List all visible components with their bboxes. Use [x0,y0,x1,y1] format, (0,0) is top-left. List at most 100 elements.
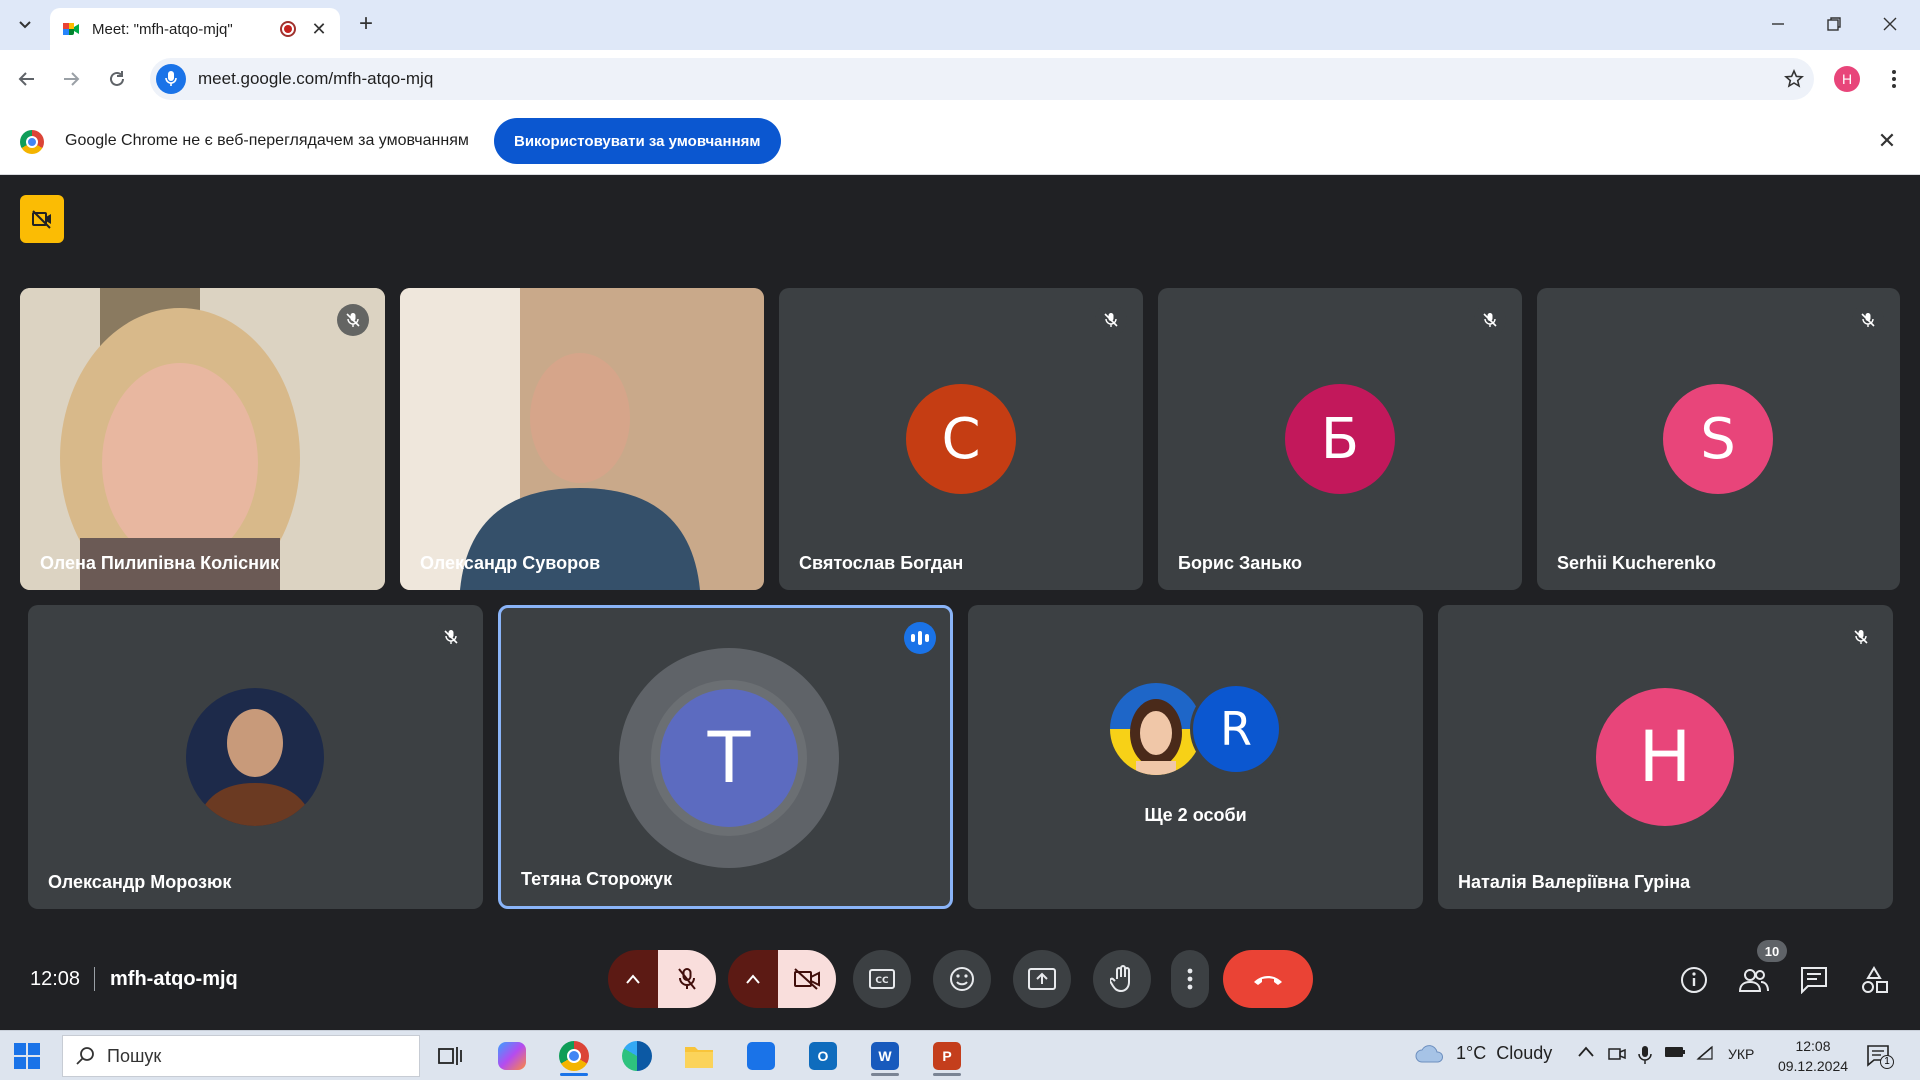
infobar-close-icon[interactable]: ✕ [1874,128,1900,154]
task-view-button[interactable] [426,1036,474,1076]
camera-toggle-button[interactable] [778,950,836,1008]
reactions-button[interactable] [933,950,991,1008]
chevron-up-icon [1578,1046,1594,1057]
more-options-button[interactable] [1171,950,1209,1008]
chat-button[interactable] [1798,964,1830,996]
participant-tile[interactable]: Олександр Суворов [400,288,764,590]
address-bar[interactable]: meet.google.com/mfh-atqo-mjq [150,58,1814,100]
mic-off-icon [435,621,467,653]
store-app[interactable] [737,1036,785,1076]
participant-video [400,288,764,590]
browser-menu-icon[interactable] [1882,64,1906,94]
activities-button[interactable] [1858,964,1890,996]
participant-name: Олена Пилипівна Колісник [40,553,280,573]
edge-icon [622,1041,652,1071]
raise-hand-button[interactable] [1093,950,1151,1008]
mic-off-icon [678,968,696,990]
forward-button[interactable] [56,64,86,94]
participant-tile-speaking[interactable]: T Тетяна Сторожук [498,605,953,909]
more-participants-tile[interactable]: R Ще 2 особи [968,605,1423,909]
chrome-app[interactable] [550,1036,598,1076]
bookmark-star-icon[interactable] [1774,69,1814,89]
back-button[interactable] [12,64,42,94]
participant-video [20,288,385,590]
copilot-app[interactable] [488,1036,536,1076]
participant-tile[interactable]: С Святослав Богдан [779,288,1143,590]
window-close-button[interactable] [1862,8,1918,40]
more-participants-label: Ще 2 особи [1144,805,1247,825]
taskbar-search-placeholder: Пошук [107,1045,162,1066]
new-tab-button[interactable]: + [352,10,380,38]
tray-overflow-button[interactable] [1578,1045,1594,1061]
participant-tile[interactable]: Олександр Морозюк [28,605,483,909]
participant-tile[interactable]: H Наталія Валеріївна Гуріна [1438,605,1893,909]
wifi-icon[interactable] [1696,1045,1714,1064]
infobar-message: Google Chrome не є веб-переглядачем за у… [65,132,469,149]
speaking-indicator-icon [904,622,936,654]
camera-in-use-icon[interactable] [1608,1045,1626,1066]
participant-name: Олександр Морозюк [48,872,232,892]
notifications-button[interactable]: 1 [1866,1043,1894,1069]
file-explorer-app[interactable] [675,1036,723,1076]
participant-avatar: H [1596,688,1734,826]
camera-off-icon [32,210,51,229]
powerpoint-app[interactable]: P [923,1036,971,1076]
set-default-button[interactable]: Використовувати за умовчанням [494,118,781,164]
people-button[interactable] [1738,964,1770,996]
edge-app[interactable] [613,1036,661,1076]
chevron-down-icon [19,21,31,29]
minimize-icon [1772,23,1784,25]
meeting-details-button[interactable] [1678,964,1710,996]
windows-start-icon[interactable] [14,1043,40,1069]
participant-avatar: T [660,689,798,827]
copilot-icon [498,1042,526,1070]
reload-button[interactable] [102,64,132,94]
profile-avatar[interactable]: H [1834,66,1860,92]
captions-button[interactable]: CC [853,950,911,1008]
tab-close-icon[interactable]: ✕ [310,19,328,40]
mic-off-icon [1845,621,1877,653]
present-screen-button[interactable] [1013,950,1071,1008]
battery-icon[interactable] [1664,1045,1686,1062]
windows-taskbar: Пошук O W P 1°C Cloudy УКР 12:08 09.12.2… [0,1030,1920,1080]
word-app[interactable]: W [861,1036,909,1076]
restore-button[interactable] [1806,8,1862,40]
closed-captions-icon: CC [869,969,895,989]
meet-stage: Олена Пилипівна Колісник Олександр Сувор… [0,175,1920,1030]
outlook-app[interactable]: O [799,1036,847,1076]
chevron-up-icon [746,974,760,984]
taskbar-clock[interactable]: 12:08 09.12.2024 [1776,1036,1850,1076]
mic-off-icon [337,304,369,336]
participant-photo-avatar [1110,683,1202,775]
participant-name: Борис Занько [1178,553,1302,573]
tab-search-button[interactable] [12,12,38,38]
participant-name: Олександр Суворов [420,553,601,573]
participant-tile[interactable]: Олена Пилипівна Колісник [20,288,385,590]
taskbar-time: 12:08 [1795,1038,1831,1054]
participant-name: Святослав Богдан [799,553,964,573]
chrome-logo-icon [20,130,44,154]
mic-toggle-button[interactable] [658,950,716,1008]
mic-indicator-icon[interactable] [156,64,186,94]
leave-call-button[interactable] [1223,950,1313,1008]
audio-options-button[interactable] [608,950,658,1008]
language-indicator[interactable]: УКР [1728,1046,1754,1062]
minimize-button[interactable] [1750,8,1806,40]
participant-name: Тетяна Сторожук [521,869,673,889]
taskbar-search-box[interactable]: Пошук [62,1035,420,1077]
default-browser-infobar: Google Chrome не є веб-переглядачем за у… [0,108,1920,175]
weather-text: 1°C Cloudy [1456,1043,1553,1063]
video-options-button[interactable] [728,950,778,1008]
recording-badge[interactable] [20,195,64,243]
browser-tab-meet[interactable]: Meet: "mfh-atqo-mjq" ✕ [50,8,340,50]
participant-tile[interactable]: S Serhii Kucherenko [1537,288,1900,590]
active-app-indicator [871,1073,899,1076]
cloud-icon [1415,1044,1444,1062]
weather-widget[interactable]: 1°C Cloudy [1414,1043,1552,1064]
participant-tile[interactable]: Б Борис Занько [1158,288,1522,590]
arrow-right-icon [64,72,80,86]
task-view-icon [438,1047,462,1065]
mic-in-use-icon[interactable] [1638,1045,1652,1068]
browser-tab-strip: Meet: "mfh-atqo-mjq" ✕ + [0,0,1920,50]
arrow-left-icon [18,72,34,86]
